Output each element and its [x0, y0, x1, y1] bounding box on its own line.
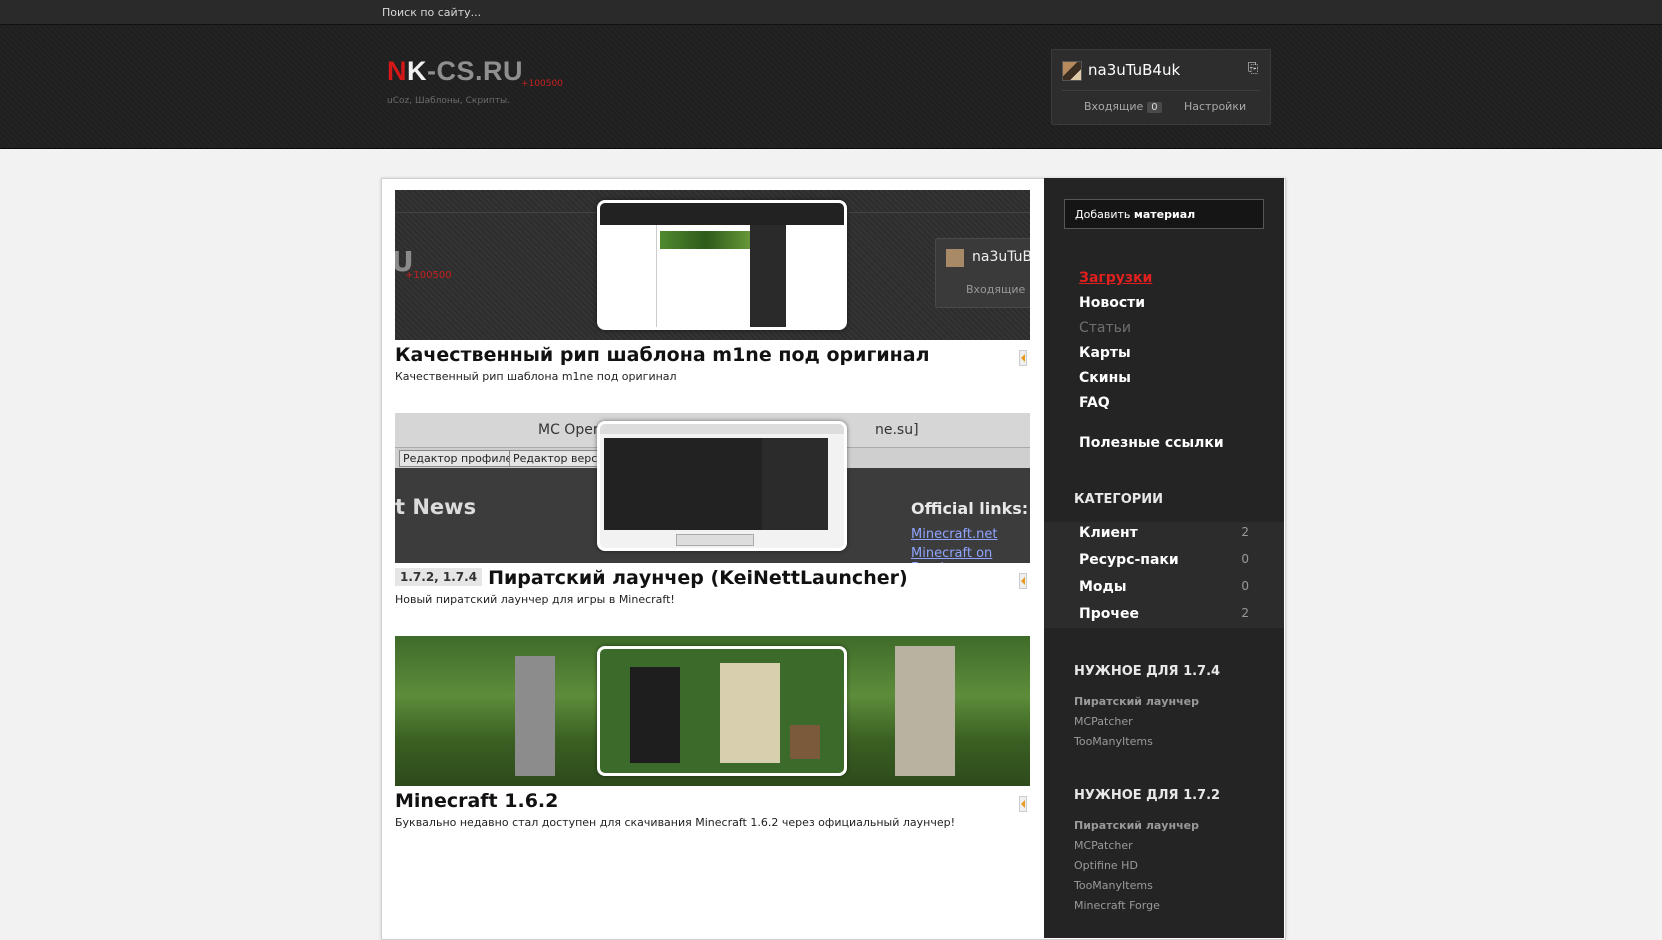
need-172-link[interactable]: MCPatcher — [1074, 839, 1133, 852]
preview-character-dark — [630, 667, 680, 763]
thumb-preview — [597, 421, 847, 551]
sidebar-nav-useful-links[interactable]: Полезные ссылки — [1079, 435, 1224, 451]
thumb-tab-versions: Редактор верси — [509, 450, 609, 467]
search-input[interactable] — [378, 3, 686, 21]
sidebar-nav-downloads[interactable]: Загрузки — [1079, 270, 1152, 286]
category-count: 2 — [1241, 606, 1249, 620]
post-arrow-icon[interactable] — [1019, 573, 1027, 589]
category-count: 2 — [1241, 525, 1249, 539]
need-174-link[interactable]: MCPatcher — [1074, 715, 1133, 728]
need-172-link[interactable]: Optifine HD — [1074, 859, 1138, 872]
post-title[interactable]: Качественный рип шаблона m1ne под оригин… — [395, 344, 930, 366]
post-item: U +100500 na3uTuB Входящие Качественный … — [395, 190, 1030, 383]
post-title-row: Minecraft 1.6.2 — [395, 790, 1030, 820]
post-thumbnail[interactable] — [395, 636, 1030, 786]
preview-divider — [656, 225, 657, 327]
inbox-count-badge: 0 — [1147, 102, 1162, 113]
thumb-score: +100500 — [405, 270, 452, 281]
category-name: Прочее — [1079, 606, 1139, 622]
category-name: Ресурс-паки — [1079, 552, 1179, 568]
sidebar-nav-faq[interactable]: FAQ — [1079, 395, 1110, 411]
thumb-preview — [597, 646, 847, 776]
category-item[interactable]: Моды 0 — [1079, 579, 1249, 595]
need-172-link[interactable]: TooManyItems — [1074, 879, 1153, 892]
thumb-avatar — [946, 249, 964, 267]
need-174-link[interactable]: TooManyItems — [1074, 735, 1153, 748]
settings-link[interactable]: Настройки — [1184, 100, 1246, 113]
sidebar-nav-articles[interactable]: Статьи — [1079, 320, 1131, 336]
thumb-user-panel: na3uTuB Входящие — [935, 238, 1030, 308]
post-thumbnail[interactable]: MC Oper ne.su] Редактор профилей Редакто… — [395, 413, 1030, 563]
post-arrow-icon[interactable] — [1019, 350, 1027, 366]
need-172-heading: НУЖНОЕ ДЛЯ 1.7.2 — [1074, 788, 1221, 803]
preview-chest — [790, 725, 820, 759]
thumb-character-left — [515, 656, 555, 776]
top-bar — [0, 0, 1662, 25]
category-item[interactable]: Прочее 2 — [1079, 606, 1249, 622]
thumb-official-links: Official links: — [911, 499, 1029, 518]
category-name: Моды — [1079, 579, 1127, 595]
sidebar-nav-maps[interactable]: Карты — [1079, 345, 1131, 361]
post-item: MC Oper ne.su] Редактор профилей Редакто… — [395, 413, 1030, 606]
preview-banner — [660, 231, 752, 249]
user-name[interactable]: na3uTuB4uk — [1088, 61, 1180, 79]
sidebar-nav-skins[interactable]: Скины — [1079, 370, 1131, 386]
inbox-link[interactable]: Входящие 0 — [1084, 100, 1162, 113]
site-logo[interactable]: NK-CS.RU — [387, 56, 523, 87]
post-title-row: 1.7.2, 1.7.4 Пиратский лаунчер (KeiNettLa… — [395, 567, 1030, 597]
logout-icon[interactable]: ⎘ — [1248, 62, 1260, 75]
logo-rest: -CS.RU — [427, 56, 523, 86]
category-name: Клиент — [1079, 525, 1138, 541]
post-thumbnail[interactable]: U +100500 na3uTuB Входящие — [395, 190, 1030, 340]
logo-letter-k: K — [407, 56, 427, 86]
post-item: Minecraft 1.6.2 Буквально недавно стал д… — [395, 636, 1030, 829]
post-arrow-icon[interactable] — [1019, 796, 1027, 812]
thumb-news-heading: t News — [395, 495, 477, 519]
thumb-inbox: Входящие — [966, 283, 1026, 296]
category-count: 0 — [1241, 579, 1249, 593]
user-panel: na3uTuB4uk ⎘ Входящие 0 Настройки — [1051, 49, 1271, 125]
need-172-link[interactable]: Minecraft Forge — [1074, 899, 1160, 912]
thumb-window-title-right: ne.su] — [875, 422, 919, 438]
preview-titlebar — [600, 424, 844, 434]
inbox-label: Входящие — [1084, 100, 1144, 113]
post-title-row: Качественный рип шаблона m1ne под оригин… — [395, 344, 1030, 374]
user-panel-divider — [1062, 90, 1260, 91]
logo-score: +100500 — [521, 79, 563, 89]
thumb-tab-profiles: Редактор профилей — [399, 450, 524, 467]
category-item[interactable]: Ресурс-паки 0 — [1079, 552, 1249, 568]
need-172-link[interactable]: Пиратский лаунчер — [1074, 819, 1199, 832]
preview-sidebar — [750, 225, 786, 327]
categories-heading: КАТЕГОРИИ — [1074, 492, 1164, 507]
thumb-window-title: MC Oper — [538, 422, 599, 438]
preview-header — [600, 203, 844, 225]
need-174-link[interactable]: Пиратский лаунчер — [1074, 695, 1199, 708]
thumb-user-name: na3uTuB — [972, 249, 1030, 265]
category-item[interactable]: Клиент 2 — [1079, 525, 1249, 541]
thumb-preview — [597, 200, 847, 330]
add-material-bold: материал — [1133, 208, 1196, 221]
post-title[interactable]: Minecraft 1.6.2 — [395, 790, 558, 812]
sidebar-nav-news[interactable]: Новости — [1079, 295, 1145, 311]
category-count: 0 — [1241, 552, 1249, 566]
preview-character-light — [720, 663, 780, 763]
preview-links-panel — [762, 438, 828, 530]
post-title[interactable]: Пиратский лаунчер (KeiNettLauncher) — [488, 567, 908, 589]
logo-letter-n: N — [387, 56, 407, 86]
avatar[interactable] — [1062, 61, 1082, 81]
site-tagline: uCoz, Шаблоны, Скрипты. — [387, 96, 510, 106]
post-version-badge: 1.7.2, 1.7.4 — [395, 568, 483, 586]
thumb-link-facebook: Minecraft on Faceb — [911, 546, 993, 563]
add-material-button[interactable]: Добавить материал — [1064, 199, 1264, 229]
site-header — [0, 25, 1662, 149]
need-174-heading: НУЖНОЕ ДЛЯ 1.7.4 — [1074, 664, 1221, 679]
preview-play-button — [676, 534, 754, 546]
thumb-character-right — [895, 646, 955, 776]
thumb-link-minecraft: Minecraft.net — [911, 527, 998, 542]
add-material-prefix: Добавить — [1075, 208, 1134, 221]
